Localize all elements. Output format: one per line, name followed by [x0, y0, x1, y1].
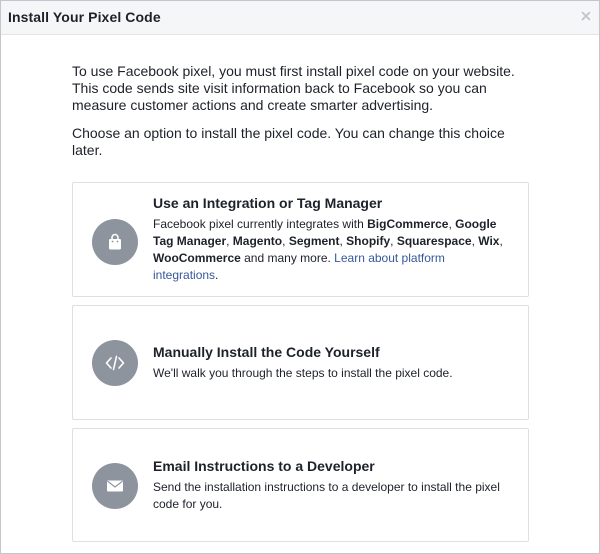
partner-separator: ,	[226, 234, 233, 248]
option-integration-description: Facebook pixel currently integrates with…	[153, 216, 513, 284]
option-integration-card[interactable]: Use an Integration or Tag Manager Facebo…	[72, 182, 529, 297]
install-pixel-dialog: Install Your Pixel Code To use Facebook …	[0, 0, 600, 554]
partner-wix: Wix	[478, 234, 500, 248]
partner-bigcommerce: BigCommerce	[367, 217, 449, 231]
shopping-bag-icon	[92, 219, 138, 265]
code-icon	[92, 340, 138, 386]
option-email-developer-card[interactable]: Email Instructions to a Developer Send t…	[72, 428, 529, 542]
partner-separator: ,	[390, 234, 397, 248]
partner-separator: ,	[499, 234, 503, 248]
option-integration-title: Use an Integration or Tag Manager	[153, 195, 383, 211]
option-manual-title: Manually Install the Code Yourself	[153, 344, 380, 360]
partner-separator: ,	[282, 234, 289, 248]
partner-squarespace: Squarespace	[396, 234, 472, 248]
option-email-title: Email Instructions to a Developer	[153, 458, 375, 474]
close-icon[interactable]	[580, 9, 592, 23]
close-button[interactable]	[580, 9, 592, 23]
partner-shopify: Shopify	[346, 234, 391, 248]
intro-choice-paragraph: Choose an option to install the pixel co…	[72, 125, 505, 158]
integration-desc-prefix: Facebook pixel currently integrates with	[153, 217, 368, 231]
intro-paragraph: To use Facebook pixel, you must first in…	[72, 63, 515, 113]
dialog-title: Install Your Pixel Code	[8, 9, 161, 25]
dialog-header: Install Your Pixel Code	[1, 1, 599, 35]
envelope-icon	[92, 463, 138, 509]
partner-segment: Segment	[288, 234, 340, 248]
partner-woocommerce: WooCommerce	[153, 251, 241, 265]
integration-desc-suffix: and many more.	[240, 251, 335, 265]
option-manual-install-card[interactable]: Manually Install the Code Yourself We'll…	[72, 305, 529, 420]
partner-magento: Magento	[232, 234, 283, 248]
option-email-description: Send the installation instructions to a …	[153, 480, 500, 511]
integration-desc-period: .	[215, 268, 219, 282]
option-manual-description: We'll walk you through the steps to inst…	[153, 366, 453, 380]
